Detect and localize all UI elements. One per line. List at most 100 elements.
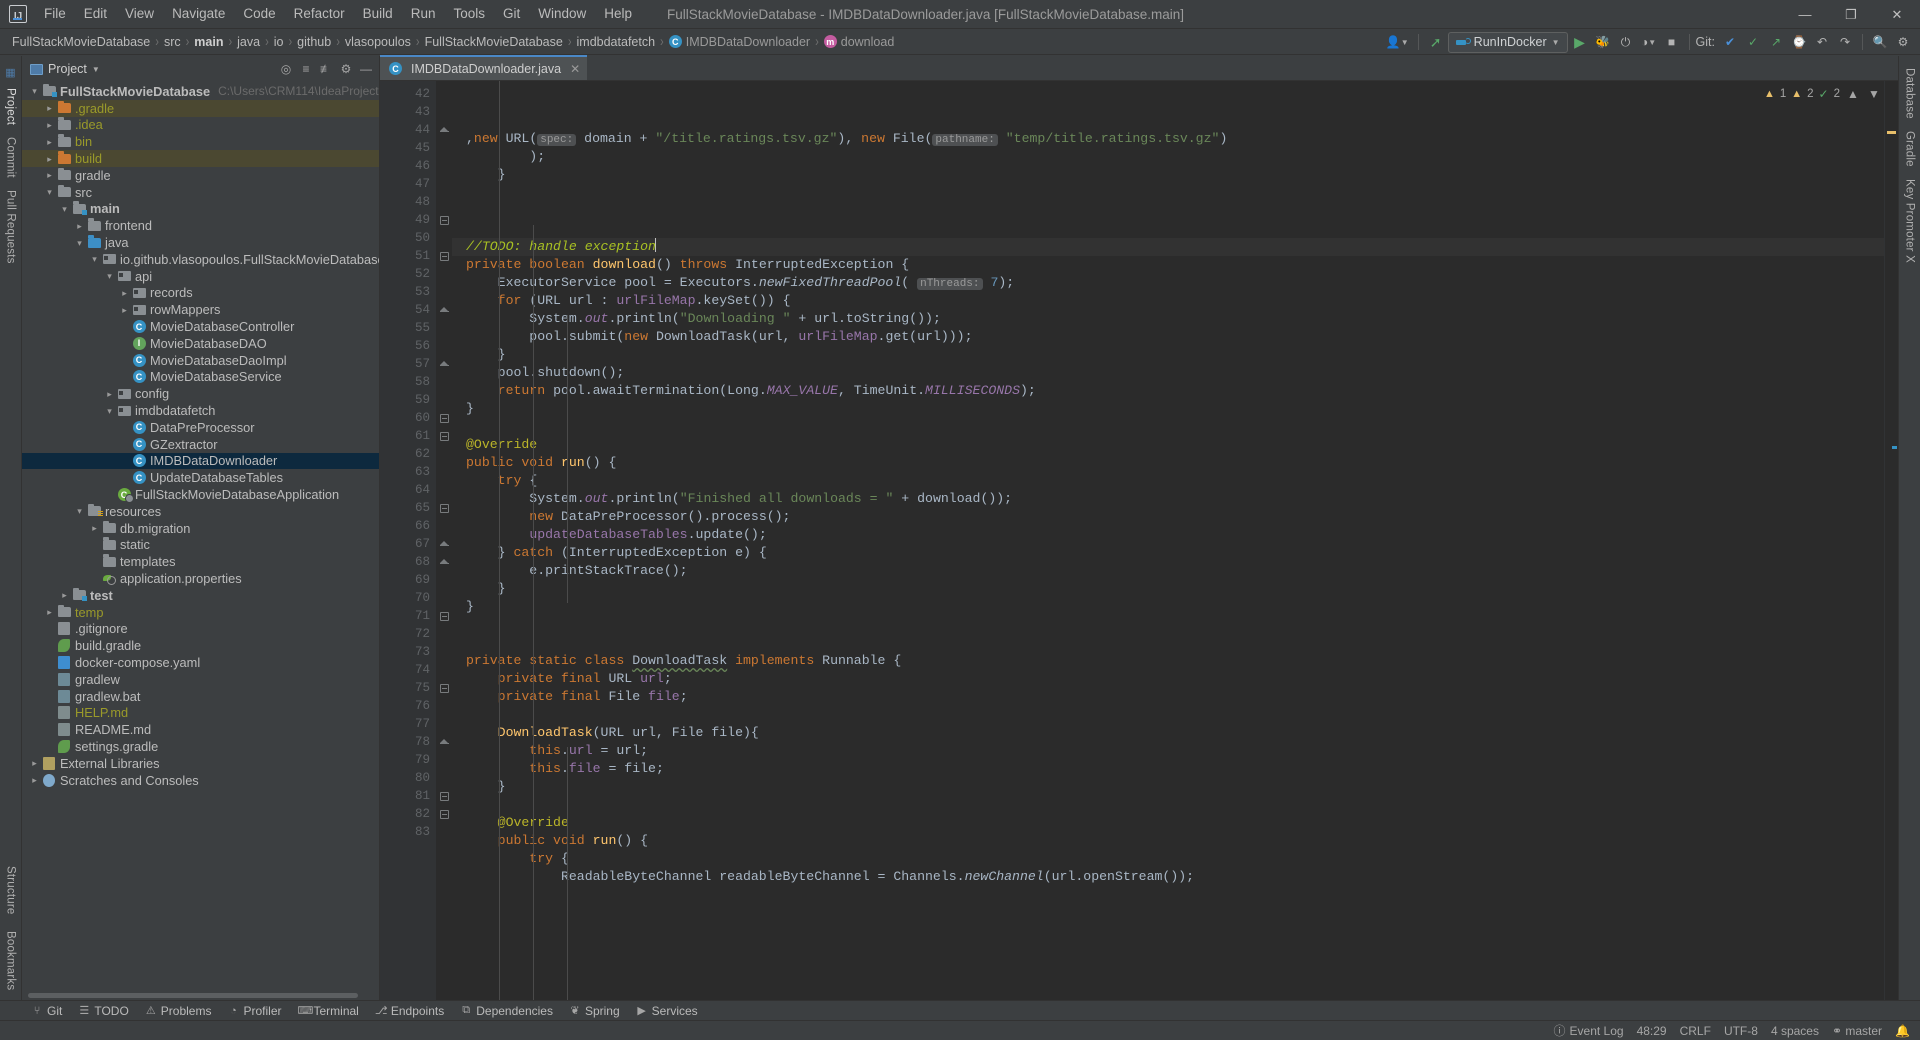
code-fold-toggle[interactable]	[436, 247, 452, 265]
panel-settings-gear-icon[interactable]: ⚙	[337, 60, 355, 78]
line-number[interactable]: 46	[380, 157, 436, 175]
editor-fold-column[interactable]	[436, 81, 452, 1000]
chevron-down-icon[interactable]: ▾	[73, 503, 86, 519]
code-line[interactable]: System.out.println("Downloading " + url.…	[452, 310, 1884, 328]
tree-node[interactable]: ▸ .gradle	[22, 99, 379, 117]
build-hammer-icon[interactable]: ➚	[1425, 31, 1447, 53]
code-line[interactable]: private boolean download() throws Interr…	[452, 256, 1884, 274]
indent-setting[interactable]: 4 spaces	[1771, 1024, 1819, 1038]
tree-node[interactable]: C GZextractor	[22, 436, 379, 453]
line-number[interactable]: 82	[380, 805, 436, 823]
line-number[interactable]: 83	[380, 823, 436, 841]
code-line[interactable]: private final URL url;	[452, 670, 1884, 688]
tree-node-selected[interactable]: C IMDBDataDownloader	[22, 452, 379, 470]
breadcrumb-item-github[interactable]: github	[294, 33, 334, 51]
chevron-right-icon[interactable]: ▸	[43, 117, 56, 133]
breadcrumb-item-main[interactable]: main	[191, 33, 226, 51]
code-line[interactable]: public void run() {	[452, 454, 1884, 472]
run-configuration-selector[interactable]: RunInDocker ▼	[1447, 31, 1568, 53]
chevron-right-icon[interactable]: ▸	[43, 167, 56, 183]
breadcrumb-item-io[interactable]: io	[271, 33, 287, 51]
collapse-all-icon[interactable]: ≢	[317, 60, 335, 78]
line-number[interactable]: 77	[380, 715, 436, 733]
breadcrumb-item-fullstackmoviedatabase[interactable]: FullStackMovieDatabase	[422, 33, 566, 51]
tree-node[interactable]: C MovieDatabaseService	[22, 369, 379, 386]
tree-node[interactable]: gradlew.bat	[22, 688, 379, 705]
menu-build[interactable]: Build	[354, 2, 402, 26]
line-number[interactable]: 53	[380, 283, 436, 301]
select-opened-file-icon[interactable]: ◎	[277, 60, 295, 78]
code-fold-toggle[interactable]	[436, 301, 452, 319]
chevron-down-icon[interactable]: ▾	[88, 251, 101, 267]
chevron-down-icon[interactable]: ▾	[58, 201, 71, 217]
settings-gear-icon[interactable]: ⚙	[1892, 31, 1914, 53]
notifications-icon[interactable]: 🔔	[1895, 1024, 1910, 1038]
sidebar-item-gradle[interactable]: Gradle	[1904, 125, 1916, 173]
code-fold-toggle[interactable]	[436, 607, 452, 625]
tree-node[interactable]: ▸ bin	[22, 133, 379, 150]
line-number[interactable]: 44	[380, 121, 436, 139]
close-icon[interactable]: ✕	[570, 62, 580, 76]
code-line[interactable]: );	[452, 148, 1884, 166]
inspection-summary[interactable]: ▲ 1 ▲ 2 ✓ 2 ▲ ▼	[1764, 87, 1882, 101]
tree-node[interactable]: static	[22, 537, 379, 554]
sidebar-item-structure[interactable]: Structure	[5, 860, 17, 920]
profile-button[interactable]: ◑ ▼	[1638, 31, 1660, 53]
code-fold-toggle[interactable]	[436, 553, 452, 571]
expand-all-icon[interactable]: ≡	[297, 60, 315, 78]
tree-node[interactable]: C UpdateDatabaseTables	[22, 469, 379, 486]
project-tree[interactable]: ▾ FullStackMovieDatabase C:\Users\CRM114\I…	[22, 82, 379, 991]
line-number[interactable]: 68	[380, 553, 436, 571]
menu-refactor[interactable]: Refactor	[285, 2, 354, 26]
tool-window-dependencies[interactable]: ⧉ Dependencies	[453, 1002, 560, 1020]
code-text[interactable]: ,new URL(spec: domain + "/title.ratings.…	[452, 81, 1884, 1000]
tree-node[interactable]: ▸ frontend	[22, 217, 379, 234]
breadcrumb-item-java[interactable]: java	[234, 33, 263, 51]
line-number[interactable]: 80	[380, 769, 436, 787]
line-number[interactable]: 74	[380, 661, 436, 679]
menu-git[interactable]: Git	[494, 2, 529, 26]
tree-node[interactable]: ▾ FullStackMovieDatabase C:\Users\CRM114\I…	[22, 83, 379, 100]
code-line[interactable]: }	[452, 346, 1884, 364]
tree-node[interactable]: ▾ src	[22, 184, 379, 201]
tree-node[interactable]: build.gradle	[22, 637, 379, 654]
tool-window-problems[interactable]: ⚠ Problems	[138, 1002, 219, 1020]
tree-node[interactable]: C MovieDatabaseController	[22, 318, 379, 335]
editor-gutter[interactable]: 42 43 44 45 46 47 48 49 50 51 52 53 54 55 56 57 58 59 60 61…	[380, 81, 436, 1000]
code-line[interactable]: } catch (InterruptedException e) {	[452, 544, 1884, 562]
line-number[interactable]: 65	[380, 499, 436, 517]
tree-node[interactable]: ▸ Scratches and Consoles	[22, 772, 379, 789]
menu-navigate[interactable]: Navigate	[163, 2, 234, 26]
line-number[interactable]: 81	[380, 787, 436, 805]
tree-node[interactable]: application.properties	[22, 570, 379, 587]
code-line[interactable]: ReadableByteChannel readableByteChannel …	[452, 868, 1884, 886]
git-branch[interactable]: ⚭ master	[1832, 1024, 1882, 1038]
inspection-marker-bar[interactable]	[1884, 81, 1898, 1000]
tool-window-git[interactable]: ⑂ Git	[24, 1002, 69, 1020]
code-line[interactable]: }	[452, 166, 1884, 184]
tree-node[interactable]: .gitignore	[22, 621, 379, 638]
chevron-right-icon[interactable]: ▸	[43, 604, 56, 620]
run-with-coverage-button[interactable]: ⏻	[1615, 31, 1637, 53]
hide-panel-icon[interactable]: —	[357, 60, 375, 78]
code-line[interactable]: this.file = file;	[452, 760, 1884, 778]
tree-node[interactable]: ▸ temp	[22, 604, 379, 621]
tree-node[interactable]: ▾ main	[22, 201, 379, 218]
tool-window-services[interactable]: ▶ Services	[629, 1002, 705, 1020]
user-account-icon[interactable]: 👤 ▼	[1383, 31, 1412, 53]
sidebar-item-commit[interactable]: Commit	[5, 131, 17, 184]
code-line[interactable]	[452, 706, 1884, 724]
breadcrumb-item-imdbdatadownloader[interactable]: C IMDBDataDownloader	[666, 33, 813, 51]
code-line[interactable]	[452, 418, 1884, 436]
chevron-right-icon[interactable]: ▸	[28, 755, 41, 771]
file-encoding[interactable]: UTF-8	[1724, 1024, 1758, 1038]
chevron-down-icon[interactable]: ▾	[43, 184, 56, 200]
code-line[interactable]	[452, 796, 1884, 814]
line-number[interactable]: 58	[380, 373, 436, 391]
menu-view[interactable]: View	[116, 2, 163, 26]
tree-node[interactable]: I MovieDatabaseDAO	[22, 335, 379, 352]
tree-node[interactable]: ▸ gradle	[22, 167, 379, 184]
code-line[interactable]: ,new URL(spec: domain + "/title.ratings.…	[452, 130, 1884, 148]
line-number[interactable]: 72	[380, 625, 436, 643]
tree-node[interactable]: ▸ records	[22, 285, 379, 302]
